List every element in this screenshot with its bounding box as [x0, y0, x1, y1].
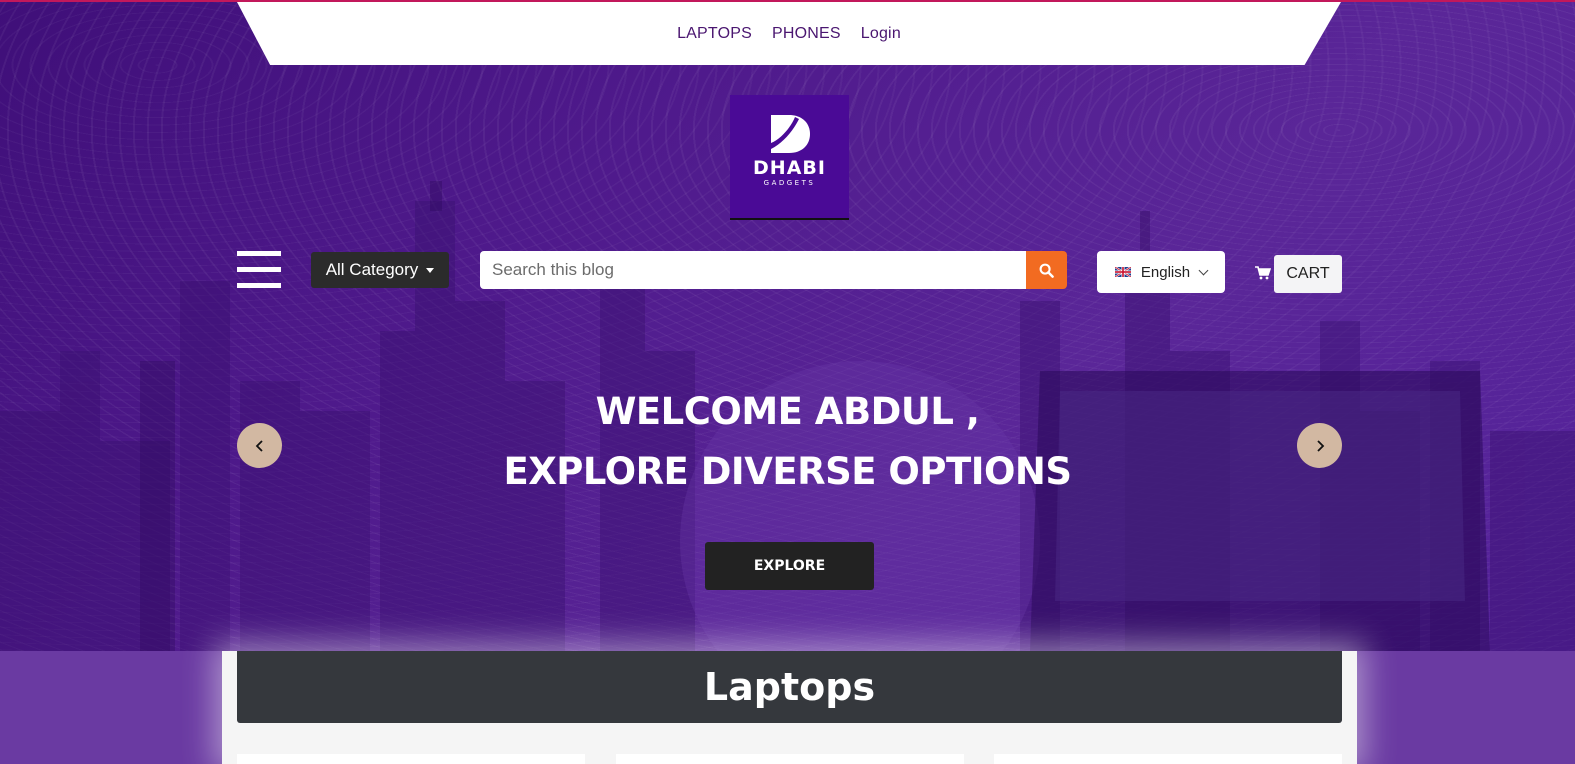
- all-category-dropdown[interactable]: All Category: [311, 252, 449, 288]
- search-button[interactable]: [1026, 251, 1067, 289]
- nav-link-phones[interactable]: PHONES: [772, 25, 841, 43]
- logo-d-icon: [770, 115, 810, 153]
- search-icon: [1039, 263, 1054, 278]
- page: LAPTOPS PHONES Login DHABI GADGETS All C…: [0, 0, 1575, 764]
- caret-down-icon: [426, 267, 435, 273]
- explore-button[interactable]: EXPLORE: [705, 542, 874, 590]
- logo-name: DHABI: [753, 157, 826, 179]
- top-navigation: LAPTOPS PHONES Login: [237, 2, 1341, 65]
- cart-button[interactable]: CART: [1274, 255, 1342, 293]
- language-label: English: [1140, 263, 1191, 281]
- uk-flag-icon: [1114, 267, 1131, 277]
- hamburger-menu-icon[interactable]: [237, 251, 281, 288]
- chevron-down-icon: [1198, 265, 1209, 275]
- section-title-laptops: Laptops: [237, 651, 1342, 723]
- product-card[interactable]: [237, 754, 585, 764]
- search-input[interactable]: [480, 251, 1026, 289]
- search-bar: [480, 251, 1067, 289]
- hero-headline-line1: WELCOME ABDUL ,: [595, 390, 980, 433]
- nav-link-laptops[interactable]: LAPTOPS: [677, 25, 752, 43]
- site-logo[interactable]: DHABI GADGETS: [730, 95, 849, 220]
- category-label: All Category: [325, 260, 419, 279]
- hero-headline-line2: EXPLORE DIVERSE OPTIONS: [503, 450, 1072, 493]
- logo-subtitle: GADGETS: [763, 179, 816, 187]
- nav-link-login[interactable]: Login: [861, 25, 901, 43]
- product-card[interactable]: [616, 754, 964, 764]
- top-accent-line: [0, 0, 1575, 2]
- product-card[interactable]: [994, 754, 1342, 764]
- cart-icon[interactable]: [1255, 266, 1271, 280]
- language-selector[interactable]: English: [1097, 251, 1225, 293]
